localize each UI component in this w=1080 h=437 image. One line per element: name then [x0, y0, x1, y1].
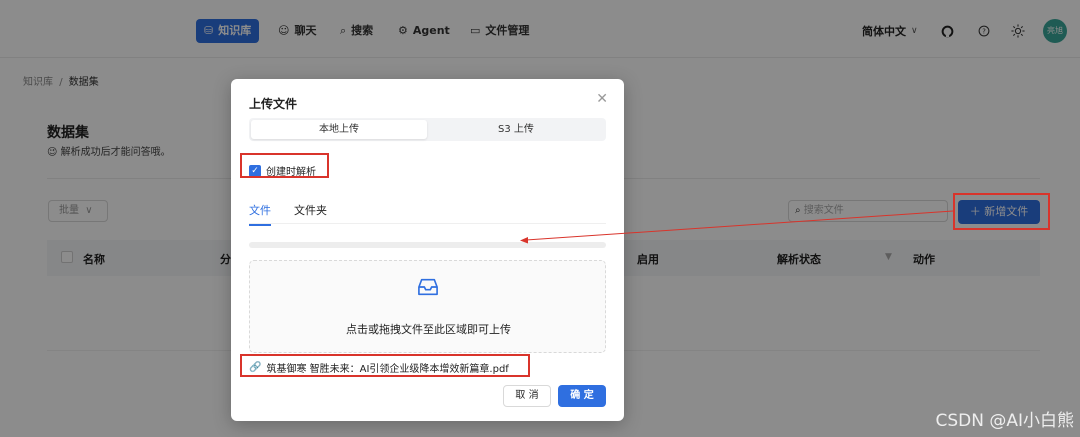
segment-s3-upload[interactable]: S3 上传 [428, 120, 604, 139]
upload-file-dialog: 上传文件 ✕ 本地上传 S3 上传 ✓ 创建时解析 文件 文件夹 点击或拖拽文件… [231, 79, 624, 421]
tab-file[interactable]: 文件 [249, 202, 271, 226]
confirm-button[interactable]: 确 定 [558, 385, 606, 407]
inbox-icon [418, 278, 438, 296]
upload-source-switch: 本地上传 S3 上传 [249, 118, 606, 141]
knowledge-base-page: ⛁ 知识库 ☺ 聊天 ⌕ 搜索 ⚙ Agent ▭ 文件管理 简体中文 ∨ ? [0, 0, 1080, 437]
highlight-add-file [953, 193, 1050, 230]
cancel-button[interactable]: 取 消 [503, 385, 551, 407]
upload-dropzone[interactable]: 点击或拖拽文件至此区域即可上传 [249, 260, 606, 353]
upload-tabs: 文件 文件夹 [249, 202, 606, 226]
watermark: CSDN @AI小白熊 [935, 411, 1074, 431]
dialog-title: 上传文件 [249, 97, 298, 111]
tab-folder[interactable]: 文件夹 [294, 202, 327, 218]
highlight-file-item [240, 354, 530, 377]
upload-progress-bar [249, 242, 606, 248]
dropzone-text: 点击或拖拽文件至此区域即可上传 [346, 323, 511, 336]
segment-local-upload[interactable]: 本地上传 [251, 120, 427, 139]
close-icon[interactable]: ✕ [596, 91, 608, 107]
highlight-parse-option [240, 153, 329, 178]
